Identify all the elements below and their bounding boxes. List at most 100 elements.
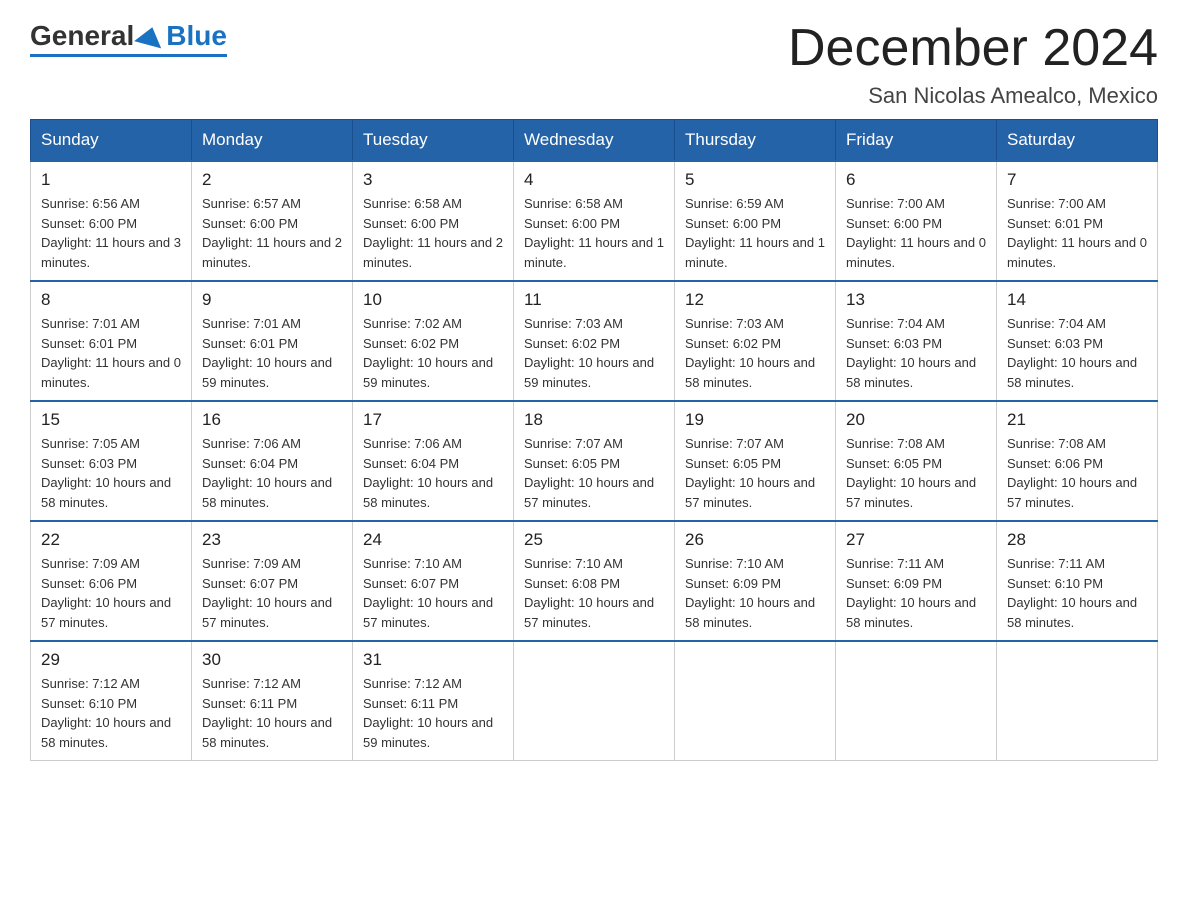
day-info: Sunrise: 7:01 AMSunset: 6:01 PMDaylight:… bbox=[41, 314, 181, 392]
calendar-cell: 15 Sunrise: 7:05 AMSunset: 6:03 PMDaylig… bbox=[31, 401, 192, 521]
day-number: 30 bbox=[202, 650, 342, 670]
day-info: Sunrise: 7:07 AMSunset: 6:05 PMDaylight:… bbox=[524, 434, 664, 512]
calendar-cell: 8 Sunrise: 7:01 AMSunset: 6:01 PMDayligh… bbox=[31, 281, 192, 401]
month-title: December 2024 bbox=[788, 20, 1158, 77]
calendar-cell: 18 Sunrise: 7:07 AMSunset: 6:05 PMDaylig… bbox=[514, 401, 675, 521]
page-header: General Blue December 2024 San Nicolas A… bbox=[30, 20, 1158, 109]
day-number: 4 bbox=[524, 170, 664, 190]
calendar-cell bbox=[675, 641, 836, 761]
calendar-cell: 27 Sunrise: 7:11 AMSunset: 6:09 PMDaylig… bbox=[836, 521, 997, 641]
calendar-cell: 17 Sunrise: 7:06 AMSunset: 6:04 PMDaylig… bbox=[353, 401, 514, 521]
day-info: Sunrise: 7:00 AMSunset: 6:00 PMDaylight:… bbox=[846, 194, 986, 272]
calendar-cell: 28 Sunrise: 7:11 AMSunset: 6:10 PMDaylig… bbox=[997, 521, 1158, 641]
day-info: Sunrise: 7:07 AMSunset: 6:05 PMDaylight:… bbox=[685, 434, 825, 512]
day-info: Sunrise: 7:10 AMSunset: 6:08 PMDaylight:… bbox=[524, 554, 664, 632]
calendar-header-sunday: Sunday bbox=[31, 120, 192, 162]
calendar-cell: 3 Sunrise: 6:58 AMSunset: 6:00 PMDayligh… bbox=[353, 161, 514, 281]
day-number: 11 bbox=[524, 290, 664, 310]
day-number: 7 bbox=[1007, 170, 1147, 190]
calendar-cell bbox=[997, 641, 1158, 761]
calendar-cell: 29 Sunrise: 7:12 AMSunset: 6:10 PMDaylig… bbox=[31, 641, 192, 761]
calendar-cell: 4 Sunrise: 6:58 AMSunset: 6:00 PMDayligh… bbox=[514, 161, 675, 281]
day-info: Sunrise: 7:06 AMSunset: 6:04 PMDaylight:… bbox=[363, 434, 503, 512]
day-number: 1 bbox=[41, 170, 181, 190]
calendar-cell: 5 Sunrise: 6:59 AMSunset: 6:00 PMDayligh… bbox=[675, 161, 836, 281]
day-info: Sunrise: 7:11 AMSunset: 6:10 PMDaylight:… bbox=[1007, 554, 1147, 632]
day-info: Sunrise: 7:03 AMSunset: 6:02 PMDaylight:… bbox=[685, 314, 825, 392]
title-block: December 2024 San Nicolas Amealco, Mexic… bbox=[788, 20, 1158, 109]
day-number: 24 bbox=[363, 530, 503, 550]
day-number: 26 bbox=[685, 530, 825, 550]
day-info: Sunrise: 7:04 AMSunset: 6:03 PMDaylight:… bbox=[1007, 314, 1147, 392]
day-info: Sunrise: 6:58 AMSunset: 6:00 PMDaylight:… bbox=[524, 194, 664, 272]
day-info: Sunrise: 6:56 AMSunset: 6:00 PMDaylight:… bbox=[41, 194, 181, 272]
day-number: 17 bbox=[363, 410, 503, 430]
calendar-cell bbox=[514, 641, 675, 761]
calendar-header-monday: Monday bbox=[192, 120, 353, 162]
day-info: Sunrise: 7:12 AMSunset: 6:10 PMDaylight:… bbox=[41, 674, 181, 752]
day-info: Sunrise: 6:59 AMSunset: 6:00 PMDaylight:… bbox=[685, 194, 825, 272]
day-number: 9 bbox=[202, 290, 342, 310]
calendar-cell: 10 Sunrise: 7:02 AMSunset: 6:02 PMDaylig… bbox=[353, 281, 514, 401]
day-info: Sunrise: 7:02 AMSunset: 6:02 PMDaylight:… bbox=[363, 314, 503, 392]
calendar-week-row: 29 Sunrise: 7:12 AMSunset: 6:10 PMDaylig… bbox=[31, 641, 1158, 761]
calendar-header-wednesday: Wednesday bbox=[514, 120, 675, 162]
calendar-cell bbox=[836, 641, 997, 761]
calendar-cell: 19 Sunrise: 7:07 AMSunset: 6:05 PMDaylig… bbox=[675, 401, 836, 521]
day-number: 23 bbox=[202, 530, 342, 550]
calendar-cell: 7 Sunrise: 7:00 AMSunset: 6:01 PMDayligh… bbox=[997, 161, 1158, 281]
day-number: 27 bbox=[846, 530, 986, 550]
day-info: Sunrise: 7:10 AMSunset: 6:09 PMDaylight:… bbox=[685, 554, 825, 632]
calendar-cell: 12 Sunrise: 7:03 AMSunset: 6:02 PMDaylig… bbox=[675, 281, 836, 401]
day-number: 5 bbox=[685, 170, 825, 190]
calendar-header-thursday: Thursday bbox=[675, 120, 836, 162]
calendar-header-friday: Friday bbox=[836, 120, 997, 162]
logo-blue-text: Blue bbox=[166, 20, 227, 52]
day-info: Sunrise: 7:12 AMSunset: 6:11 PMDaylight:… bbox=[202, 674, 342, 752]
day-number: 13 bbox=[846, 290, 986, 310]
calendar-cell: 6 Sunrise: 7:00 AMSunset: 6:00 PMDayligh… bbox=[836, 161, 997, 281]
calendar-header-tuesday: Tuesday bbox=[353, 120, 514, 162]
calendar-cell: 14 Sunrise: 7:04 AMSunset: 6:03 PMDaylig… bbox=[997, 281, 1158, 401]
day-info: Sunrise: 7:09 AMSunset: 6:07 PMDaylight:… bbox=[202, 554, 342, 632]
calendar-cell: 16 Sunrise: 7:06 AMSunset: 6:04 PMDaylig… bbox=[192, 401, 353, 521]
day-number: 2 bbox=[202, 170, 342, 190]
day-info: Sunrise: 7:03 AMSunset: 6:02 PMDaylight:… bbox=[524, 314, 664, 392]
day-number: 15 bbox=[41, 410, 181, 430]
calendar-cell: 1 Sunrise: 6:56 AMSunset: 6:00 PMDayligh… bbox=[31, 161, 192, 281]
day-info: Sunrise: 6:58 AMSunset: 6:00 PMDaylight:… bbox=[363, 194, 503, 272]
day-number: 8 bbox=[41, 290, 181, 310]
day-number: 29 bbox=[41, 650, 181, 670]
day-number: 16 bbox=[202, 410, 342, 430]
calendar-cell: 26 Sunrise: 7:10 AMSunset: 6:09 PMDaylig… bbox=[675, 521, 836, 641]
calendar-cell: 24 Sunrise: 7:10 AMSunset: 6:07 PMDaylig… bbox=[353, 521, 514, 641]
day-info: Sunrise: 7:04 AMSunset: 6:03 PMDaylight:… bbox=[846, 314, 986, 392]
calendar-table: SundayMondayTuesdayWednesdayThursdayFrid… bbox=[30, 119, 1158, 761]
day-number: 12 bbox=[685, 290, 825, 310]
day-number: 28 bbox=[1007, 530, 1147, 550]
calendar-cell: 13 Sunrise: 7:04 AMSunset: 6:03 PMDaylig… bbox=[836, 281, 997, 401]
calendar-week-row: 8 Sunrise: 7:01 AMSunset: 6:01 PMDayligh… bbox=[31, 281, 1158, 401]
day-info: Sunrise: 7:08 AMSunset: 6:05 PMDaylight:… bbox=[846, 434, 986, 512]
calendar-cell: 21 Sunrise: 7:08 AMSunset: 6:06 PMDaylig… bbox=[997, 401, 1158, 521]
day-number: 10 bbox=[363, 290, 503, 310]
calendar-week-row: 1 Sunrise: 6:56 AMSunset: 6:00 PMDayligh… bbox=[31, 161, 1158, 281]
calendar-cell: 23 Sunrise: 7:09 AMSunset: 6:07 PMDaylig… bbox=[192, 521, 353, 641]
day-info: Sunrise: 7:06 AMSunset: 6:04 PMDaylight:… bbox=[202, 434, 342, 512]
day-number: 6 bbox=[846, 170, 986, 190]
day-info: Sunrise: 7:10 AMSunset: 6:07 PMDaylight:… bbox=[363, 554, 503, 632]
logo-triangle-icon bbox=[134, 24, 166, 49]
calendar-week-row: 15 Sunrise: 7:05 AMSunset: 6:03 PMDaylig… bbox=[31, 401, 1158, 521]
calendar-cell: 2 Sunrise: 6:57 AMSunset: 6:00 PMDayligh… bbox=[192, 161, 353, 281]
day-number: 18 bbox=[524, 410, 664, 430]
calendar-week-row: 22 Sunrise: 7:09 AMSunset: 6:06 PMDaylig… bbox=[31, 521, 1158, 641]
day-number: 22 bbox=[41, 530, 181, 550]
calendar-cell: 25 Sunrise: 7:10 AMSunset: 6:08 PMDaylig… bbox=[514, 521, 675, 641]
day-info: Sunrise: 7:01 AMSunset: 6:01 PMDaylight:… bbox=[202, 314, 342, 392]
calendar-cell: 20 Sunrise: 7:08 AMSunset: 6:05 PMDaylig… bbox=[836, 401, 997, 521]
calendar-cell: 30 Sunrise: 7:12 AMSunset: 6:11 PMDaylig… bbox=[192, 641, 353, 761]
day-number: 31 bbox=[363, 650, 503, 670]
day-number: 3 bbox=[363, 170, 503, 190]
logo-underline bbox=[30, 54, 227, 57]
day-info: Sunrise: 7:09 AMSunset: 6:06 PMDaylight:… bbox=[41, 554, 181, 632]
